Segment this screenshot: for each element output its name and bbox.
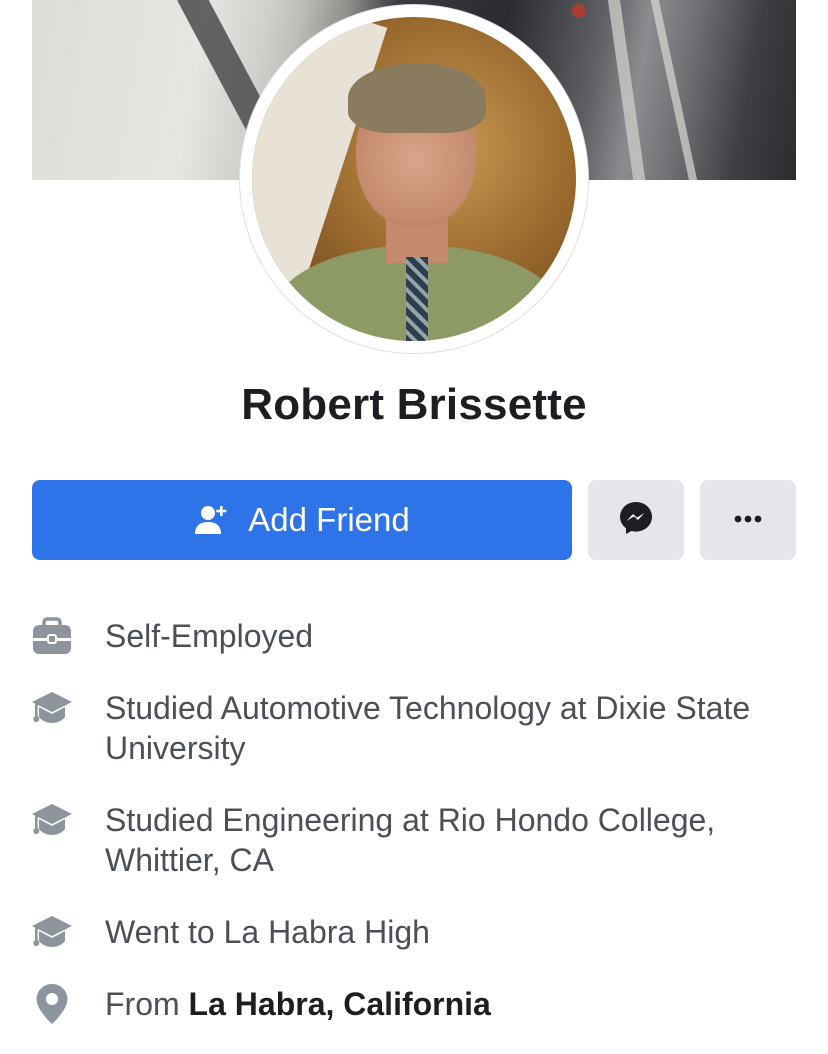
add-friend-icon	[194, 503, 228, 537]
graduation-cap-icon	[30, 798, 74, 842]
hometown-prefix: From	[105, 986, 180, 1022]
more-options-button[interactable]	[700, 480, 796, 560]
work-text: Self-Employed	[105, 618, 314, 654]
add-friend-label: Add Friend	[248, 501, 410, 538]
location-pin-icon	[30, 982, 74, 1026]
graduation-cap-icon	[30, 910, 74, 954]
briefcase-icon	[30, 614, 74, 658]
hometown-text: From La Habra, California	[105, 984, 795, 1024]
message-button[interactable]	[588, 480, 684, 560]
education-text-2: Studied Engineering at Rio Hondo College…	[105, 802, 716, 878]
messenger-icon	[618, 500, 654, 541]
profile-page: Robert Brissette Add Friend Self-Employe…	[0, 0, 828, 1054]
add-friend-button[interactable]: Add Friend	[32, 480, 572, 560]
education-text-1: Studied Automotive Technology at Dixie S…	[105, 690, 751, 766]
avatar	[252, 17, 576, 341]
profile-picture[interactable]	[240, 5, 588, 353]
graduation-cap-icon	[30, 686, 74, 730]
profile-name: Robert Brissette	[241, 380, 587, 429]
education-text-3: Went to La Habra High	[105, 914, 430, 950]
hometown-link[interactable]: La Habra, California	[189, 986, 491, 1022]
more-icon	[733, 511, 763, 529]
